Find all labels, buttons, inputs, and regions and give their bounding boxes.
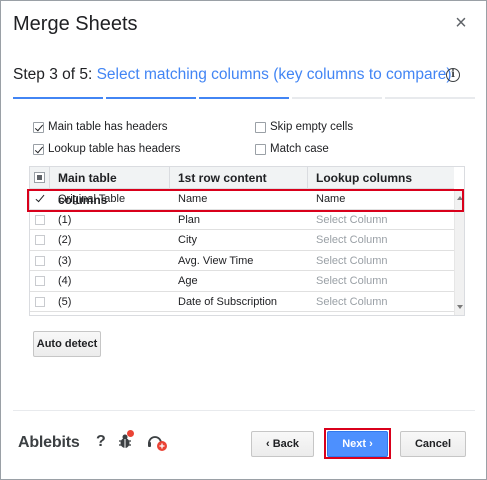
row-checkbox[interactable] bbox=[35, 255, 45, 266]
table-row[interactable]: (3) Avg. View Time Select Column bbox=[30, 251, 454, 271]
close-icon[interactable]: × bbox=[452, 12, 470, 34]
progress-segment bbox=[385, 97, 475, 99]
next-button[interactable]: Next › bbox=[327, 431, 388, 457]
lookup-column-select[interactable]: Select Column bbox=[308, 251, 454, 271]
progress-segment bbox=[199, 97, 289, 99]
main-column-cell: (4) bbox=[58, 275, 72, 287]
row-select-cell[interactable] bbox=[30, 210, 50, 230]
match-case-option[interactable]: Match case bbox=[255, 143, 329, 155]
select-all-cell[interactable] bbox=[30, 167, 50, 189]
scroll-up-icon[interactable] bbox=[457, 196, 463, 200]
progress-segment bbox=[292, 97, 382, 99]
lookup-column-select[interactable]: Select Column bbox=[308, 210, 454, 230]
skip-empty-checkbox[interactable] bbox=[255, 121, 266, 133]
first-row-content-cell: Name bbox=[178, 193, 208, 205]
lookup-column-select[interactable]: Select Column bbox=[308, 230, 454, 250]
columns-table: Main table columns 1st row content Looku… bbox=[29, 166, 465, 316]
main-column-cell: (1) bbox=[58, 213, 72, 226]
table-row[interactable]: Original Table Name Name bbox=[30, 189, 454, 210]
dialog-title: Merge Sheets bbox=[13, 13, 138, 35]
main-column-cell: (3) bbox=[58, 254, 72, 267]
row-checkbox[interactable] bbox=[35, 194, 45, 204]
match-case-label: Match case bbox=[270, 143, 329, 155]
row-select-cell[interactable] bbox=[30, 189, 50, 209]
progress-segment bbox=[106, 97, 196, 99]
row-checkbox[interactable] bbox=[35, 235, 45, 245]
step-description: Select matching columns (key columns to … bbox=[96, 66, 452, 83]
main-column-cell: (5) bbox=[58, 295, 72, 308]
table-scrollbar[interactable] bbox=[454, 189, 464, 315]
back-button[interactable]: ‹ Back bbox=[251, 431, 314, 457]
first-row-content-cell: Age bbox=[178, 275, 198, 287]
step-progress bbox=[13, 97, 475, 100]
row-select-cell[interactable] bbox=[30, 271, 50, 291]
row-select-cell[interactable] bbox=[30, 292, 50, 312]
header-lookup-columns: Lookup columns bbox=[316, 171, 412, 185]
row-checkbox[interactable] bbox=[35, 296, 45, 307]
progress-segment bbox=[13, 97, 103, 99]
support-icon[interactable] bbox=[146, 432, 168, 452]
skip-empty-label: Skip empty cells bbox=[270, 121, 354, 133]
table-row[interactable]: (2) City Select Column bbox=[30, 230, 454, 251]
main-column-cell: (2) bbox=[58, 234, 72, 246]
step-header: Step 3 of 5: Select matching columns (ke… bbox=[13, 66, 452, 84]
brand-logo: Ablebits bbox=[18, 434, 80, 451]
help-icon[interactable]: ? bbox=[96, 433, 106, 451]
table-row[interactable]: (5) Date of Subscription Select Column bbox=[30, 292, 454, 312]
footer-divider bbox=[13, 410, 475, 411]
skip-empty-option[interactable]: Skip empty cells bbox=[255, 121, 353, 133]
lookup-column-select[interactable]: Name bbox=[308, 189, 454, 209]
lookup-column-select[interactable]: Select Column bbox=[308, 292, 454, 312]
select-all-checkbox[interactable] bbox=[34, 172, 45, 183]
lookup-headers-checkbox[interactable] bbox=[33, 143, 44, 155]
row-checkbox[interactable] bbox=[35, 214, 45, 225]
row-select-cell[interactable] bbox=[30, 230, 50, 250]
table-row[interactable]: (1) Plan Select Column bbox=[30, 210, 454, 230]
table-body: Original Table Name Name (1) Plan Select Colu… bbox=[30, 189, 454, 312]
match-case-checkbox[interactable] bbox=[255, 143, 266, 155]
header-main-columns: Main table columns bbox=[50, 167, 170, 207]
header-first-row: 1st row content bbox=[170, 167, 308, 189]
step-number: Step 3 of 5: bbox=[13, 66, 93, 83]
lookup-headers-label: Lookup table has headers bbox=[48, 143, 181, 155]
table-row[interactable]: (4) Age Select Column bbox=[30, 271, 454, 292]
notification-dot bbox=[127, 430, 134, 437]
auto-detect-button[interactable]: Auto detect bbox=[33, 331, 101, 357]
main-column-cell: Original Table bbox=[58, 193, 126, 205]
main-headers-checkbox[interactable] bbox=[33, 121, 44, 133]
lookup-headers-option[interactable]: Lookup table has headers bbox=[33, 143, 180, 155]
scroll-down-icon[interactable] bbox=[457, 305, 463, 309]
info-icon[interactable]: i bbox=[446, 68, 460, 82]
lookup-column-select[interactable]: Select Column bbox=[308, 271, 454, 291]
cancel-button[interactable]: Cancel bbox=[400, 431, 466, 457]
main-headers-option[interactable]: Main table has headers bbox=[33, 121, 168, 133]
row-checkbox[interactable] bbox=[35, 276, 45, 286]
first-row-content-cell: Avg. View Time bbox=[178, 254, 254, 267]
table-header: Main table columns 1st row content Looku… bbox=[30, 167, 454, 207]
first-row-content-cell: City bbox=[178, 234, 197, 246]
main-headers-label: Main table has headers bbox=[48, 121, 168, 133]
row-select-cell[interactable] bbox=[30, 251, 50, 271]
first-row-content-cell: Date of Subscription bbox=[178, 295, 278, 308]
first-row-content-cell: Plan bbox=[178, 213, 201, 226]
bug-icon[interactable] bbox=[117, 430, 135, 450]
